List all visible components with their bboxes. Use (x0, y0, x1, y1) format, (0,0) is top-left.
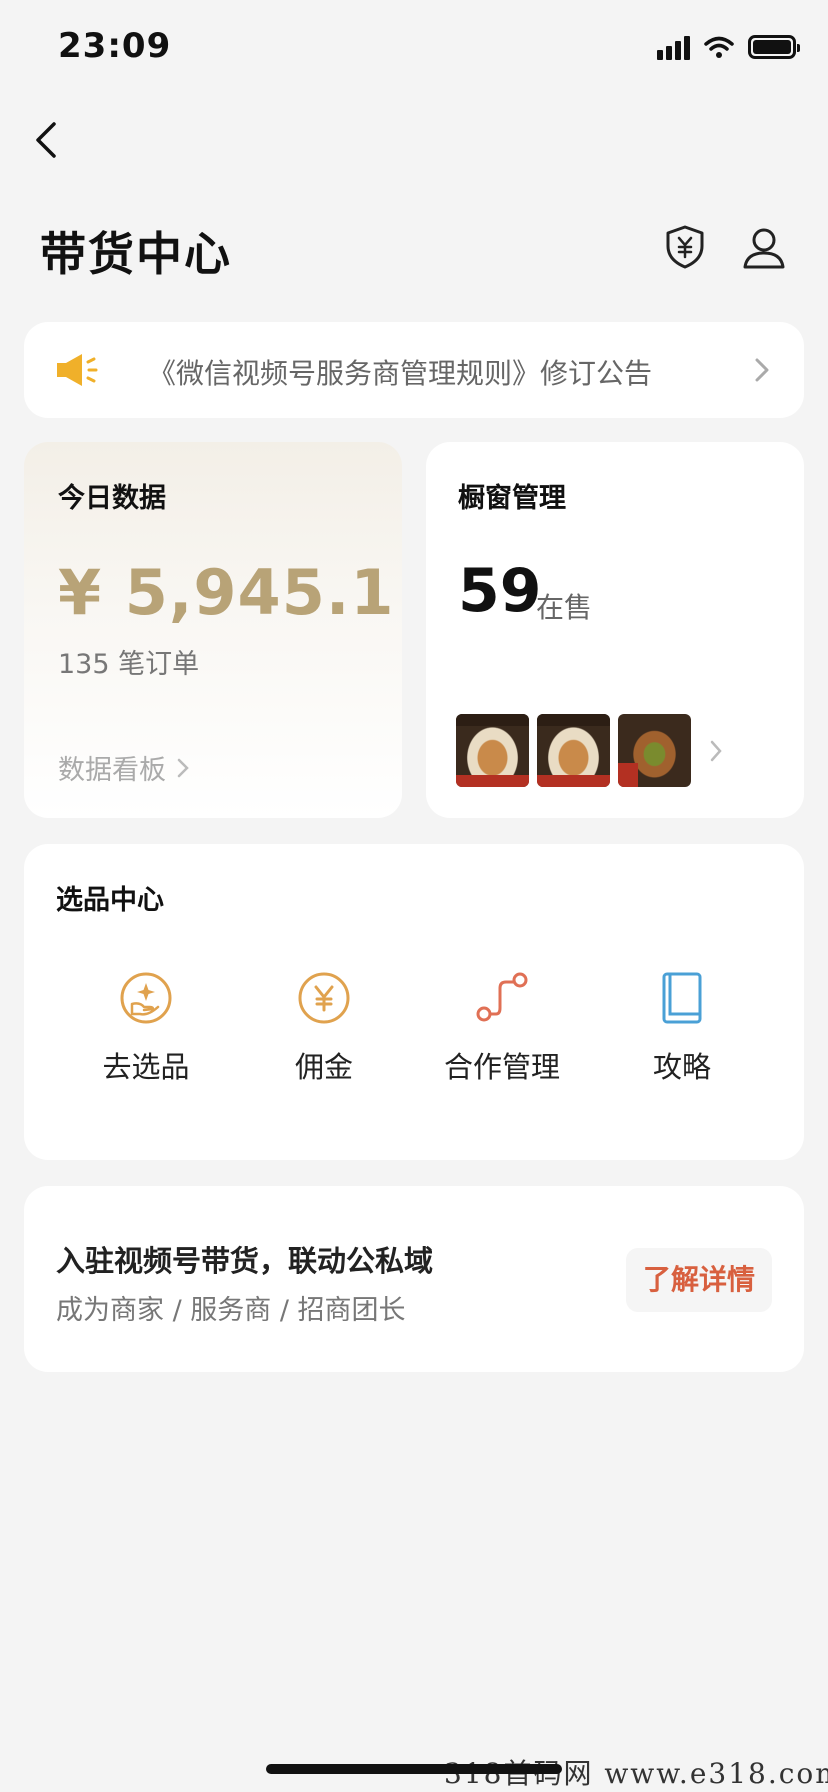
today-order-count: 135 笔订单 (58, 649, 200, 680)
dashboard-link[interactable]: 数据看板 (58, 748, 190, 787)
commission-label: 佣金 (294, 1050, 353, 1084)
selection-center-title: 选品中心 (56, 885, 164, 916)
learn-more-button[interactable]: 了解详情 (626, 1248, 772, 1312)
join-title: 入驻视频号带货，联动公私域 (56, 1244, 434, 1278)
chevron-right-icon (177, 758, 189, 777)
today-data-title: 今日数据 (58, 483, 166, 514)
shield-yen-icon[interactable] (664, 224, 706, 270)
yen-coin-icon (298, 972, 350, 1024)
notice-bar[interactable]: 《微信视频号服务商管理规则》修订公告 (24, 322, 804, 418)
status-time: 23:09 (58, 26, 172, 66)
select-products-button[interactable]: 去选品 (66, 970, 226, 1086)
product-thumbnail[interactable] (456, 714, 529, 787)
product-thumbnail[interactable] (537, 714, 610, 787)
back-arrow-icon[interactable] (26, 118, 66, 162)
product-thumbnail[interactable] (618, 714, 691, 787)
showcase-title: 橱窗管理 (458, 483, 566, 514)
guide-label: 攻略 (652, 1050, 711, 1084)
page-title: 带货中心 (40, 227, 232, 281)
join-subtitle: 成为商家 / 服务商 / 招商团长 (56, 1295, 406, 1326)
select-product-icon (120, 972, 172, 1024)
battery-icon (748, 35, 800, 59)
product-thumbnails[interactable] (456, 714, 691, 787)
chevron-right-icon[interactable] (708, 738, 724, 764)
select-products-label: 去选品 (102, 1050, 190, 1084)
cooperation-management-button[interactable]: 合作管理 (422, 970, 582, 1086)
megaphone-icon (57, 354, 98, 386)
book-icon (662, 972, 702, 1024)
guide-button[interactable]: 攻略 (602, 970, 762, 1086)
cooperation-management-label: 合作管理 (443, 1050, 560, 1084)
route-icon (476, 972, 528, 1022)
status-icons (657, 34, 800, 60)
dashboard-link-label: 数据看板 (58, 755, 166, 786)
home-indicator[interactable] (266, 1764, 562, 1774)
chevron-right-icon (755, 358, 769, 382)
user-profile-icon[interactable] (742, 226, 786, 270)
cellular-signal-icon (657, 34, 690, 60)
showcase-count-label: 在售 (536, 591, 593, 624)
commission-button[interactable]: 佣金 (244, 970, 404, 1086)
showcase-count: 59 (458, 556, 542, 626)
wifi-icon (704, 36, 734, 58)
notice-text: 《微信视频号服务商管理规则》修订公告 (148, 357, 653, 390)
today-sales-amount: ¥ 5,945.1 (58, 556, 395, 629)
